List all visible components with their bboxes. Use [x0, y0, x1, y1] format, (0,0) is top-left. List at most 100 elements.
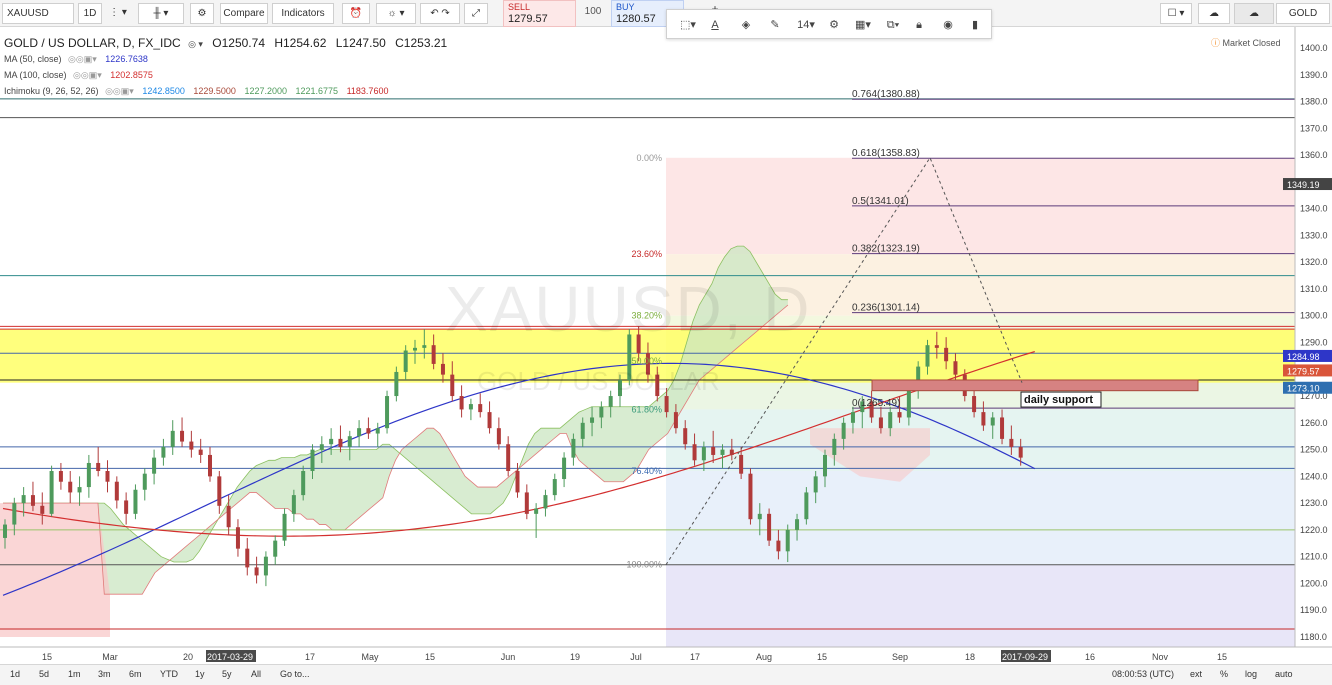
range-all-button[interactable]: All	[251, 669, 261, 679]
range-6m-button[interactable]: 6m	[129, 669, 142, 679]
fill-bucket-icon[interactable]: ◈	[737, 16, 755, 34]
fib-extension-label: 0.764(1380.88)	[852, 89, 920, 100]
ma100-value: 1202.8575	[110, 70, 153, 80]
cloud-icon[interactable]: ☁	[1198, 3, 1230, 24]
range-ytd-button[interactable]: YTD	[160, 669, 178, 679]
line-color-icon[interactable]: ✎	[765, 16, 785, 34]
candle-body	[152, 457, 157, 474]
candle-body	[329, 438, 334, 445]
candle-body	[701, 446, 706, 461]
visual-order-icon[interactable]: ▦▾	[851, 16, 875, 34]
candle-body	[403, 350, 408, 372]
layout-button[interactable]: ☐ ▾	[1160, 3, 1192, 24]
candle-body	[310, 449, 315, 472]
legend-main-row[interactable]: GOLD / US DOLLAR, D, FX_IDC ◎ ▾ O1250.74…	[4, 35, 447, 51]
price-tick-label: 1250.0	[1300, 445, 1328, 455]
interval-button[interactable]: 1D	[78, 3, 102, 24]
watchlist-symbol-button[interactable]: GOLD	[1276, 3, 1330, 24]
fullscreen-icon[interactable]: ⤢	[464, 3, 488, 24]
candle-body	[841, 422, 846, 439]
sell-button[interactable]: SELL 1279.57	[503, 0, 576, 27]
interval-menu-icon[interactable]: ⋮ ▾	[104, 3, 132, 24]
ma50-controls-icon[interactable]: ◎◎▣▾	[68, 54, 97, 64]
fib-retracement-label: 76.40%	[631, 466, 662, 476]
watermark-symbol: XAUUSD, D	[445, 273, 812, 345]
fib-retracement-label: 100.00%	[626, 560, 662, 570]
auto-toggle[interactable]: auto	[1275, 669, 1293, 679]
clone-icon[interactable]: ⧉▾	[881, 16, 905, 34]
candle-body	[804, 492, 809, 520]
legend-open: O1250.74	[212, 36, 265, 50]
candle-body	[394, 371, 399, 397]
ma100-controls-icon[interactable]: ◎◎▣▾	[73, 70, 102, 80]
price-chart[interactable]: 0.764(1380.88) 0.618(1358.83) 0.5(1341.01)…	[0, 27, 1332, 685]
candle-body	[673, 412, 678, 429]
price-tick-label: 1380.0	[1300, 97, 1328, 107]
lock-icon[interactable]: 🔒︎	[911, 16, 927, 34]
candle-body	[413, 347, 417, 351]
compare-button[interactable]: Compare	[220, 3, 268, 24]
candle-body	[68, 481, 73, 493]
symbol-search-input[interactable]: XAUUSD	[2, 3, 74, 24]
range-3m-button[interactable]: 3m	[98, 669, 111, 679]
settings-icon[interactable]: ⚙	[825, 16, 843, 34]
legend-ma50-row[interactable]: MA (50, close) ◎◎▣▾ 1226.7638	[4, 51, 447, 67]
range-1d-button[interactable]: 1d	[10, 669, 20, 679]
settings-gear-icon[interactable]: ⚙	[190, 3, 214, 24]
range-5d-button[interactable]: 5d	[39, 669, 49, 679]
candle-body	[524, 492, 529, 514]
legend-ma100-row[interactable]: MA (100, close) ◎◎▣▾ 1202.8575	[4, 67, 447, 83]
candle-body	[925, 345, 930, 367]
log-toggle[interactable]: log	[1245, 669, 1257, 679]
undo-redo-icon[interactable]: ↶ ↷	[420, 3, 460, 24]
visibility-eye-icon[interactable]: ◉	[939, 16, 957, 34]
fib-retracement-label: 50.00%	[631, 356, 662, 366]
candle-body	[198, 449, 203, 455]
alert-icon[interactable]: ⏰	[342, 3, 370, 24]
ichimoku-controls-icon[interactable]: ◎◎▣▾	[105, 86, 134, 96]
time-tick-label: Jun	[501, 652, 516, 662]
candle-body	[580, 422, 585, 439]
candle-body	[823, 454, 827, 477]
delete-trash-icon[interactable]: ▮	[967, 16, 983, 34]
ext-toggle[interactable]: ext	[1190, 669, 1202, 679]
legend-controls-icon[interactable]: ◎ ▾	[188, 39, 203, 49]
candle-body	[77, 487, 82, 493]
candle-icon: ╫ ▾	[153, 8, 169, 19]
candle-body	[832, 438, 837, 455]
range-1y-button[interactable]: 1y	[195, 669, 205, 679]
candle-body	[301, 471, 306, 496]
chart-style-button[interactable]: ╫ ▾	[138, 3, 184, 24]
fib-retracement-label: 23.60%	[631, 249, 662, 259]
range-5y-button[interactable]: 5y	[222, 669, 232, 679]
save-cloud-icon[interactable]: ☁	[1234, 3, 1274, 24]
candle-body	[385, 396, 390, 429]
candle-body	[142, 473, 147, 490]
candle-body	[981, 412, 986, 426]
candle-body	[496, 428, 501, 445]
indicators-button[interactable]: Indicators	[272, 3, 334, 24]
candle-body	[468, 404, 473, 410]
candle-body	[291, 495, 296, 514]
goto-button[interactable]: Go to...	[280, 669, 310, 679]
font-size-dropdown[interactable]: 14▾	[795, 16, 817, 34]
candle-body	[254, 567, 259, 576]
candle-body	[888, 412, 893, 429]
ichimoku-span-b-value: 1183.7600	[346, 86, 389, 96]
percent-toggle[interactable]: %	[1220, 669, 1228, 679]
chart-area[interactable]: 0.764(1380.88) 0.618(1358.83) 0.5(1341.01)…	[0, 27, 1332, 685]
time-tick-label: Nov	[1152, 652, 1169, 662]
price-tick-label: 1230.0	[1300, 498, 1328, 508]
candle-body	[375, 428, 380, 434]
market-status: ⓘ Market Closed	[1211, 36, 1281, 49]
range-1m-button[interactable]: 1m	[68, 669, 81, 679]
price-tick-label: 1370.0	[1300, 123, 1328, 133]
fib-extension-label: 0.236(1301.14)	[852, 303, 920, 314]
sell-price: 1279.57	[508, 13, 548, 25]
text-color-icon[interactable]: A	[707, 16, 723, 34]
replay-icon[interactable]: ☼ ▾	[376, 3, 416, 24]
sell-label: SELL	[508, 2, 531, 12]
candle-body	[487, 412, 492, 429]
select-tool-icon[interactable]: ⬚▾	[677, 16, 699, 34]
legend-ichimoku-row[interactable]: Ichimoku (9, 26, 52, 26) ◎◎▣▾ 1242.8500 …	[4, 83, 447, 99]
